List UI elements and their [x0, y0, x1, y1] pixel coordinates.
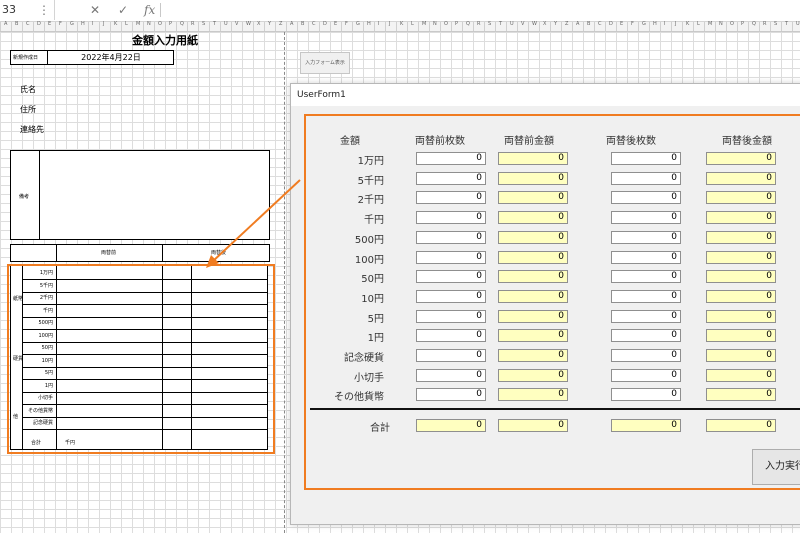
annotation-arrow-icon — [206, 179, 301, 268]
